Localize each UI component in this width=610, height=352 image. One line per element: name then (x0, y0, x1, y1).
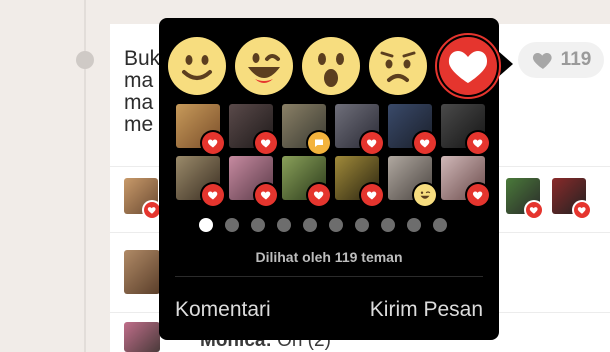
love-badge-icon (412, 130, 438, 156)
reaction-count: 119 (560, 49, 592, 70)
comment-badge-icon (306, 130, 332, 156)
reactions-popup: Dilihat oleh 119 teman Komentari Kirim P… (159, 18, 501, 340)
viewer-avatar[interactable] (176, 156, 226, 208)
love-badge-icon (253, 130, 279, 156)
viewer-avatar[interactable] (335, 156, 385, 208)
page-dot[interactable] (277, 218, 291, 232)
viewer-avatar[interactable] (335, 104, 385, 156)
love-badge-icon (200, 182, 226, 208)
love-badge-icon (306, 182, 332, 208)
reaction-count-pill[interactable]: 119 (518, 42, 604, 78)
page-dot[interactable] (303, 218, 317, 232)
love-badge-icon (253, 182, 279, 208)
love-reaction-icon[interactable] (435, 33, 501, 99)
wink-badge-icon (412, 182, 438, 208)
post-text-line: me (124, 113, 154, 136)
page-dot[interactable] (433, 218, 447, 232)
love-badge-icon (465, 130, 491, 156)
popup-divider (175, 276, 483, 277)
seen-by-text: Dilihat oleh 119 teman (255, 249, 403, 265)
viewer-avatar[interactable] (441, 104, 491, 156)
wow-reaction-icon[interactable] (302, 37, 360, 95)
comment-button[interactable]: Komentari (175, 298, 271, 322)
send-message-button[interactable]: Kirim Pesan (370, 298, 483, 322)
love-badge-icon (572, 200, 592, 220)
page-dot[interactable] (225, 218, 239, 232)
love-badge-icon (359, 182, 385, 208)
sad-reaction-icon[interactable] (369, 37, 427, 95)
viewer-avatar[interactable] (229, 104, 279, 156)
love-badge-icon (359, 130, 385, 156)
love-badge-icon (200, 130, 226, 156)
viewer-avatar[interactable] (441, 156, 491, 208)
page-dot[interactable] (381, 218, 395, 232)
page-dot[interactable] (355, 218, 369, 232)
timeline-dot (76, 51, 94, 69)
page-dot[interactable] (251, 218, 265, 232)
post-text-line: ma (124, 91, 154, 114)
laugh-reaction-icon[interactable] (235, 37, 293, 95)
love-badge-icon (465, 182, 491, 208)
page-indicator (199, 218, 447, 232)
viewer-avatar[interactable] (229, 156, 279, 208)
viewer-avatar[interactable] (282, 104, 332, 156)
page-dot[interactable] (329, 218, 343, 232)
avatar[interactable] (124, 250, 160, 294)
avatar[interactable] (124, 322, 160, 352)
love-badge-icon (524, 200, 544, 220)
viewer-avatar[interactable] (176, 104, 226, 156)
smile-reaction-icon[interactable] (168, 37, 226, 95)
viewer-avatar[interactable] (388, 104, 438, 156)
page-dot-active[interactable] (199, 218, 213, 232)
viewer-avatar[interactable] (388, 156, 438, 208)
viewer-avatar[interactable] (282, 156, 332, 208)
post-text-line: Buk (124, 47, 161, 70)
post-text-line: ma (124, 69, 154, 92)
page-dot[interactable] (407, 218, 421, 232)
post-text: Buk ma ma me (124, 48, 160, 136)
heart-icon (532, 53, 552, 69)
